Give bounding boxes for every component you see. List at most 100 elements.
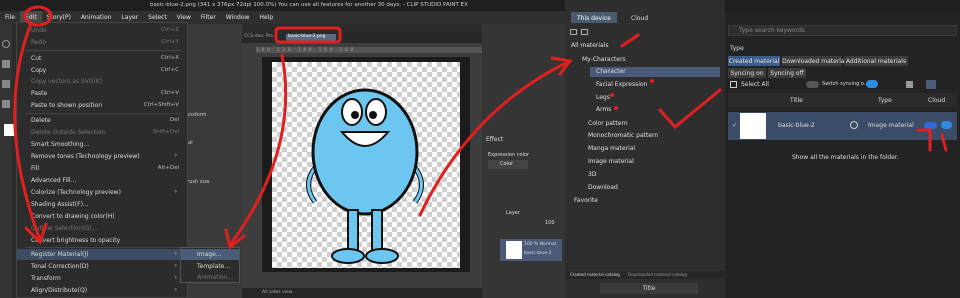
layer-opacity[interactable]: 100 bbox=[545, 220, 555, 226]
menu-item-remove-tones[interactable]: Remove tones (Technology preview) › bbox=[17, 151, 187, 162]
menu-item-delete-outside[interactable]: Delete Outside Selection Shift+Del bbox=[17, 127, 187, 138]
select-all-label: Select All bbox=[741, 81, 769, 88]
ruler: 100 120 140 160 180 bbox=[256, 47, 482, 53]
list-header bbox=[728, 93, 957, 107]
window-title: basic-blue-2.png (341 x 376px 72dpi 100.… bbox=[150, 2, 468, 8]
expression-color-label: Expression color bbox=[488, 152, 530, 158]
downloaded-material-button[interactable]: Downloaded material bbox=[782, 56, 846, 66]
menu-item-redo[interactable]: Redo Ctrl+Y bbox=[17, 37, 187, 48]
tab-active-canvas[interactable]: basic-blue-2.png bbox=[286, 34, 336, 42]
tree-item-favorite[interactable]: Favorite bbox=[574, 197, 598, 204]
tree-item-color-pattern[interactable]: Color pattern bbox=[588, 120, 628, 127]
material-title: basic-blue-2 bbox=[778, 122, 815, 129]
chevron-right-icon: › bbox=[174, 188, 177, 195]
tree-item-my-characters[interactable]: My-Characters bbox=[582, 56, 626, 63]
menu-item-delete[interactable]: Delete Del bbox=[17, 115, 187, 126]
pen-tool-icon[interactable] bbox=[2, 80, 10, 88]
submenu-item-template[interactable]: Template... bbox=[181, 261, 239, 272]
menu-item-copy-svg[interactable]: Copy vectors as SVG(K) bbox=[17, 76, 187, 87]
tab-created-catalog[interactable]: Created material catalog bbox=[570, 272, 620, 277]
menu-item-shading-assist[interactable]: Shading Assist(F)... bbox=[17, 199, 187, 210]
magnifier-icon[interactable] bbox=[2, 40, 10, 48]
chevron-right-icon: › bbox=[174, 274, 177, 281]
material-type: Image material bbox=[868, 122, 914, 129]
catalog-title-field[interactable]: Title bbox=[600, 283, 698, 294]
submenu-item-image[interactable]: Image... bbox=[181, 249, 239, 260]
menu-item-smart-smoothing[interactable]: Smart Smoothing... bbox=[17, 139, 187, 150]
tree-item-all-materials[interactable]: All materials bbox=[571, 42, 609, 49]
layer-blend-info: 100 % Normal bbox=[524, 242, 557, 247]
menu-help[interactable]: Help bbox=[254, 11, 278, 24]
tree-item-facial-expression[interactable]: Facial Expression bbox=[596, 81, 647, 88]
menu-item-align-distribute[interactable]: Align/Distribute(Q) › bbox=[17, 285, 187, 296]
menu-separator bbox=[25, 113, 181, 114]
menu-item-paste-shown[interactable]: Paste to shown position Ctrl+Shift+V bbox=[17, 100, 187, 111]
column-title: Title bbox=[790, 97, 803, 104]
top-right-bar bbox=[725, 0, 960, 11]
grid-view-icon[interactable] bbox=[906, 81, 913, 88]
menu-filter[interactable]: Filter bbox=[196, 11, 221, 24]
search-input[interactable]: Type search keywords bbox=[728, 25, 957, 36]
menu-item-convert-drawing-color[interactable]: Convert to drawing color(H) bbox=[17, 211, 187, 222]
menu-item-colorize[interactable]: Colorize (Technology preview) › bbox=[17, 187, 187, 198]
layer-thumbnail bbox=[506, 241, 522, 259]
tree-item-3d[interactable]: 3D bbox=[588, 171, 596, 178]
created-material-button[interactable]: Created material bbox=[728, 56, 780, 66]
menu-item-fill[interactable]: Fill Alt+Del bbox=[17, 163, 187, 174]
tab-cloud[interactable]: Cloud bbox=[625, 12, 654, 23]
switch-sync-toggle[interactable] bbox=[806, 81, 819, 88]
select-all-checkbox[interactable] bbox=[730, 81, 737, 88]
type-label: Type bbox=[730, 45, 744, 52]
tree-item-manga-material[interactable]: Manga material bbox=[588, 145, 635, 152]
chevron-right-icon: › bbox=[174, 262, 177, 269]
menu-item-register-material[interactable]: Register Material(J) › bbox=[17, 249, 187, 260]
folder-icon[interactable] bbox=[570, 29, 577, 35]
menu-window[interactable]: Window bbox=[221, 11, 255, 24]
list-view-icon[interactable] bbox=[926, 80, 936, 89]
menu-item-paste[interactable]: Paste Ctrl+V bbox=[17, 88, 187, 99]
menu-item-transform[interactable]: Transform › bbox=[17, 273, 187, 284]
syncing-off-button[interactable]: Syncing off bbox=[768, 68, 806, 78]
chevron-right-icon: › bbox=[174, 286, 177, 293]
menu-separator bbox=[25, 50, 181, 51]
expression-color-select[interactable]: Color bbox=[488, 160, 528, 169]
tree-item-arms[interactable]: Arms bbox=[596, 106, 611, 113]
column-type: Type bbox=[878, 97, 892, 104]
expand-arrow-icon[interactable] bbox=[850, 121, 858, 129]
new-folder-icon[interactable] bbox=[581, 29, 588, 35]
tree-item-image-material[interactable]: Image material bbox=[588, 158, 634, 165]
menu-item-tonal-correction[interactable]: Tonal Correction(D) › bbox=[17, 261, 187, 272]
chevron-right-icon: › bbox=[174, 250, 177, 257]
tree-item-character[interactable]: Character bbox=[590, 67, 720, 77]
syncing-on-button[interactable]: Syncing on bbox=[728, 68, 766, 78]
menu-item-copy[interactable]: Copy Ctrl+C bbox=[17, 65, 187, 76]
layer-name: basic-blue-2 bbox=[524, 251, 552, 256]
tab-this-device[interactable]: This device bbox=[571, 12, 617, 23]
register-material-submenu: Image... Template... Animation... bbox=[180, 247, 240, 283]
tree-item-legs[interactable]: Legs bbox=[596, 94, 610, 101]
move-tool-icon[interactable] bbox=[2, 60, 10, 68]
additional-materials-button[interactable]: Additional materials bbox=[844, 56, 908, 66]
cloud-sync-icon[interactable] bbox=[866, 80, 878, 88]
menu-item-outline-selection[interactable]: Outline Selection(G)... bbox=[17, 223, 187, 234]
fill-tool-icon[interactable] bbox=[2, 100, 10, 108]
cloud-sync-toggle[interactable] bbox=[924, 122, 937, 129]
tree-item-monochromatic-pattern[interactable]: Monochromatic pattern bbox=[588, 132, 658, 139]
effect-label: Effect bbox=[486, 136, 504, 143]
tab-downloaded-catalog[interactable]: Downloaded material catalog bbox=[628, 272, 687, 277]
cloud-icon[interactable] bbox=[941, 121, 952, 129]
tab-other-canvas[interactable]: CCS-dev: Pro... bbox=[244, 34, 277, 39]
material-thumbnail bbox=[740, 113, 766, 139]
menu-item-undo[interactable]: Undo Ctrl+Z bbox=[17, 25, 187, 36]
canvas-tabs bbox=[242, 33, 482, 43]
menu-item-advanced-fill[interactable]: Advanced Fill... bbox=[17, 175, 187, 186]
row-check-icon: ✓ bbox=[732, 122, 738, 129]
tree-item-download[interactable]: Download bbox=[588, 184, 618, 191]
catalog-tabs: Created material catalog Downloaded mate… bbox=[566, 271, 724, 279]
material-list-panel bbox=[725, 0, 960, 298]
menu-item-cut[interactable]: Cut Ctrl+X bbox=[17, 53, 187, 64]
layer-panel-title: Layer bbox=[506, 210, 520, 216]
status-bar: All sides view bbox=[242, 288, 482, 298]
menu-item-brightness-opacity[interactable]: Convert brightness to opacity bbox=[17, 235, 187, 246]
submenu-item-animation[interactable]: Animation... bbox=[181, 272, 239, 283]
